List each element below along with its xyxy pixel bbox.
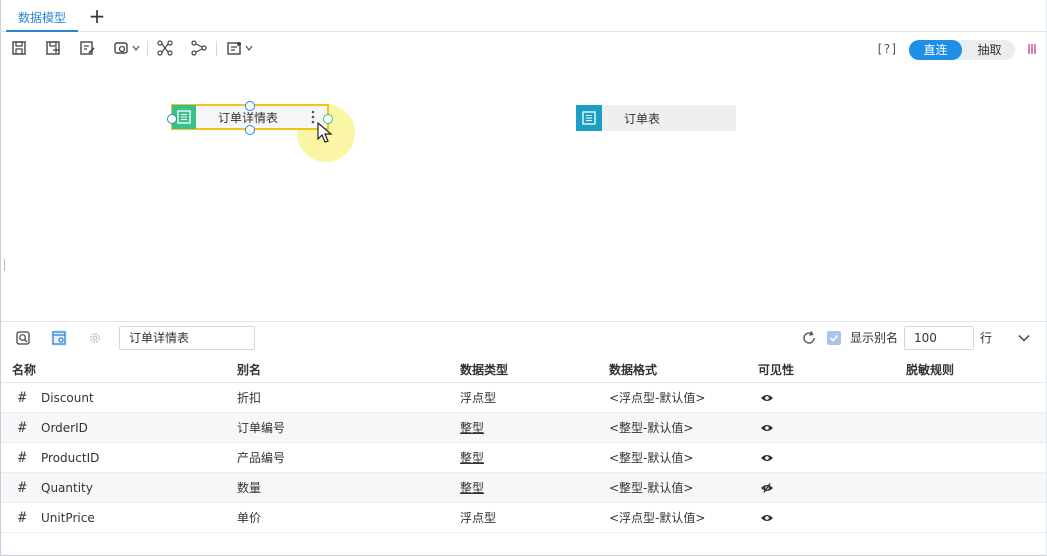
more-options-icon[interactable] <box>1028 43 1036 55</box>
save-as-icon[interactable] <box>44 39 62 57</box>
field-name: Discount <box>41 391 94 405</box>
node-label: 订单详情表 <box>218 110 279 125</box>
toolbar-divider <box>216 41 217 56</box>
field-format[interactable]: <浮点型-默认值> <box>609 503 705 533</box>
field-settings-icon[interactable] <box>51 330 67 346</box>
visible-eye-icon[interactable] <box>760 423 774 433</box>
toolbar: [?] 直连 抽取 <box>0 33 1047 63</box>
tab-data-model[interactable]: 数据模型 <box>6 4 78 32</box>
model-canvas[interactable]: 订单详情表 订单表 <box>1 64 1046 321</box>
edit-icon[interactable] <box>78 39 96 57</box>
field-type[interactable]: 整型 <box>460 473 484 503</box>
table-row[interactable]: # UnitPrice 单价 浮点型 <浮点型-默认值> <box>1 503 1046 533</box>
table-name-input[interactable]: 订单详情表 <box>119 326 255 350</box>
field-alias[interactable]: 折扣 <box>237 383 261 413</box>
field-alias[interactable]: 单价 <box>237 503 261 533</box>
column-header-type: 数据类型 <box>460 363 509 377</box>
mode-extract-option[interactable]: 抽取 <box>964 40 1015 60</box>
numeric-field-icon: # <box>18 420 27 436</box>
table-row[interactable]: # OrderID 订单编号 整型 <整型-默认值> <box>1 413 1046 443</box>
resize-handle-bottom[interactable] <box>245 125 255 135</box>
refresh-icon[interactable] <box>801 330 817 346</box>
show-alias-checkbox[interactable] <box>827 331 841 345</box>
toolbar-divider <box>147 41 148 56</box>
help-button[interactable]: [?] <box>876 39 898 59</box>
row-count-input[interactable]: 100 <box>904 326 974 350</box>
table-row[interactable]: # Quantity 数量 整型 <整型-默认值> <box>1 473 1046 503</box>
relation-icon[interactable] <box>156 39 174 57</box>
field-format[interactable]: <整型-默认值> <box>609 443 693 473</box>
gear-icon[interactable] <box>87 330 103 346</box>
column-header-masking: 脱敏规则 <box>906 363 955 377</box>
field-panel: 订单详情表 显示别名 100 行 名称 别名 数据类型 数据格式 可见性 脱敏规… <box>1 321 1046 555</box>
field-type[interactable]: 整型 <box>460 413 484 443</box>
numeric-field-icon: # <box>18 510 27 526</box>
mode-toggle[interactable]: 直连 抽取 <box>909 40 1015 60</box>
chevron-down-icon[interactable] <box>245 44 253 52</box>
node-menu-icon[interactable] <box>311 110 315 124</box>
field-type[interactable]: 浮点型 <box>460 503 496 533</box>
auto-relation-icon[interactable] <box>190 39 208 57</box>
preview-dropdown-icon[interactable] <box>225 39 243 57</box>
column-header-format: 数据格式 <box>609 363 658 377</box>
field-type[interactable]: 整型 <box>460 443 484 473</box>
preview-data-icon[interactable] <box>15 330 31 346</box>
column-header-visibility: 可见性 <box>758 363 795 377</box>
column-header-alias: 别名 <box>237 363 262 377</box>
mode-direct-option[interactable]: 直连 <box>909 40 962 60</box>
field-name: UnitPrice <box>41 511 95 525</box>
numeric-field-icon: # <box>18 390 27 406</box>
collapse-panel-icon[interactable] <box>1017 331 1031 345</box>
save-icon[interactable] <box>10 39 28 57</box>
tab-bar: 数据模型 + <box>0 0 1047 32</box>
field-format[interactable]: <整型-默认值> <box>609 413 693 443</box>
column-header-name: 名称 <box>12 363 37 377</box>
field-format[interactable]: <整型-默认值> <box>609 473 693 503</box>
resize-handle-top[interactable] <box>245 101 255 111</box>
table-row[interactable]: # ProductID 产品编号 整型 <整型-默认值> <box>1 443 1046 473</box>
chevron-down-icon[interactable] <box>132 44 140 52</box>
table-node-orders[interactable]: 订单表 <box>576 105 736 131</box>
field-format[interactable]: <浮点型-默认值> <box>609 383 705 413</box>
field-name: OrderID <box>41 421 88 435</box>
hidden-eye-icon[interactable] <box>760 483 774 493</box>
visible-eye-icon[interactable] <box>760 453 774 463</box>
panel-toolbar: 订单详情表 显示别名 100 行 <box>1 322 1046 354</box>
field-name: ProductID <box>41 451 100 465</box>
visible-eye-icon[interactable] <box>760 393 774 403</box>
field-type[interactable]: 浮点型 <box>460 383 496 413</box>
table-header: 名称 别名 数据类型 数据格式 可见性 脱敏规则 <box>1 359 1046 383</box>
field-alias[interactable]: 数量 <box>237 473 261 503</box>
numeric-field-icon: # <box>18 480 27 496</box>
show-alias-label: 显示别名 <box>850 331 899 345</box>
table-row[interactable]: # Discount 折扣 浮点型 <浮点型-默认值> <box>1 383 1046 413</box>
settings-dropdown-icon[interactable] <box>112 39 130 57</box>
field-alias[interactable]: 订单编号 <box>237 413 285 443</box>
add-tab-button[interactable]: + <box>88 4 106 28</box>
field-name: Quantity <box>41 481 93 495</box>
visible-eye-icon[interactable] <box>760 513 774 523</box>
node-label: 订单表 <box>624 111 661 126</box>
panel-resize-marker <box>4 259 5 271</box>
table-icon <box>576 105 602 131</box>
field-alias[interactable]: 产品编号 <box>237 443 285 473</box>
numeric-field-icon: # <box>18 450 27 466</box>
mouse-cursor-icon <box>317 122 333 143</box>
row-unit-label: 行 <box>980 331 993 345</box>
resize-handle-left[interactable] <box>167 114 177 124</box>
